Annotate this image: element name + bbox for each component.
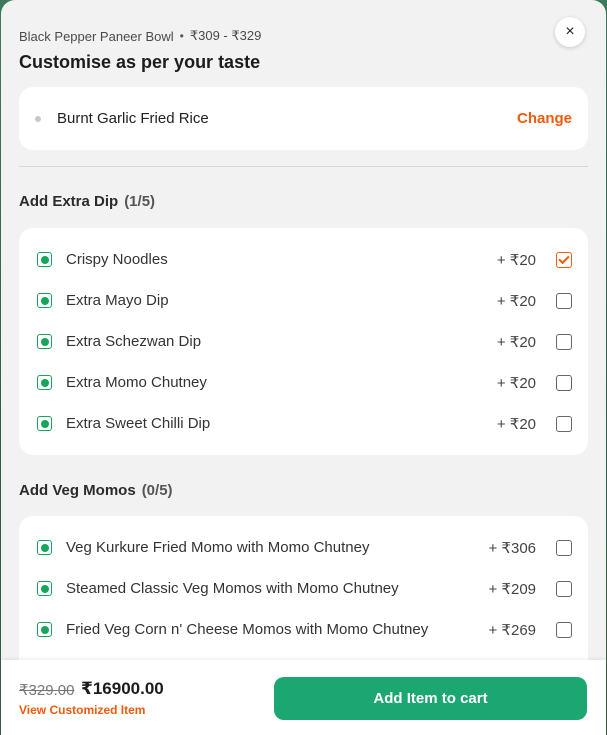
divider — [19, 166, 588, 167]
option-row[interactable]: Extra Momo Chutney + ₹20 — [19, 362, 588, 403]
section-title-text: Add Veg Momos — [19, 482, 136, 499]
bullet-icon — [35, 115, 41, 122]
total-price: ₹16900.00 — [81, 679, 164, 698]
section-count: (1/5) — [124, 193, 156, 210]
close-button[interactable]: × — [555, 17, 585, 47]
item-price-range: ₹309 - ₹329 — [189, 28, 262, 43]
veg-indicator-icon — [37, 252, 52, 267]
option-label: Extra Mayo Dip — [66, 292, 169, 309]
veg-indicator-icon — [37, 622, 52, 637]
veg-indicator-icon — [37, 293, 52, 308]
customise-modal: Black Pepper Paneer Bowl • ₹309 - ₹329 C… — [1, 0, 606, 735]
section-title-extra-dip: Add Extra Dip (1/5) — [19, 193, 155, 210]
option-price: + ₹20 — [496, 251, 536, 269]
modal-header: Black Pepper Paneer Bowl • ₹309 - ₹329 C… — [19, 28, 588, 73]
separator-dot: • — [179, 29, 184, 43]
item-name: Black Pepper Paneer Bowl — [19, 28, 174, 44]
modal-footer: ₹329.00 ₹16900.00 View Customized Item A… — [1, 660, 606, 735]
veg-indicator-icon — [37, 334, 52, 349]
veg-indicator-icon — [37, 540, 52, 555]
option-row[interactable]: Steamed Classic Veg Momos with Momo Chut… — [19, 568, 588, 609]
add-item-to-cart-button[interactable]: Add Item to cart — [274, 677, 587, 720]
close-icon: × — [565, 23, 575, 40]
section-title-text: Add Extra Dip — [19, 193, 119, 210]
section-count: (0/5) — [141, 482, 173, 499]
section-title-veg-momos: Add Veg Momos (0/5) — [19, 482, 173, 499]
option-price: + ₹269 — [488, 621, 537, 639]
original-price: ₹329.00 — [19, 682, 75, 699]
option-row[interactable]: Fried Veg Corn n' Cheese Momos with Momo… — [19, 609, 588, 650]
option-checkbox[interactable] — [556, 621, 572, 638]
option-price: + ₹20 — [496, 333, 536, 351]
option-checkbox[interactable] — [556, 374, 572, 391]
option-checkbox[interactable] — [556, 251, 572, 268]
veg-indicator-icon — [37, 416, 52, 431]
option-label: Steamed Classic Veg Momos with Momo Chut… — [66, 580, 399, 597]
option-checkbox[interactable] — [556, 539, 572, 556]
veg-indicator-icon — [37, 581, 52, 596]
option-price: + ₹20 — [496, 292, 536, 310]
option-checkbox[interactable] — [556, 292, 572, 309]
modal-title: Customise as per your taste — [19, 52, 261, 72]
option-row[interactable]: Extra Schezwan Dip + ₹20 — [19, 321, 588, 362]
option-row[interactable]: Veg Kurkure Fried Momo with Momo Chutney… — [19, 527, 588, 568]
option-price: + ₹20 — [496, 415, 536, 433]
veg-indicator-icon — [37, 375, 52, 390]
option-checkbox[interactable] — [556, 415, 572, 432]
option-checkbox[interactable] — [556, 333, 572, 350]
option-row[interactable]: Crispy Noodles + ₹20 — [19, 239, 588, 280]
option-label: Veg Kurkure Fried Momo with Momo Chutney — [66, 539, 370, 556]
option-label: Crispy Noodles — [66, 251, 168, 268]
option-checkbox[interactable] — [556, 580, 572, 597]
option-price: + ₹209 — [488, 580, 537, 598]
option-label: Extra Sweet Chilli Dip — [66, 415, 211, 432]
option-row[interactable]: Extra Sweet Chilli Dip + ₹20 — [19, 403, 588, 444]
change-button[interactable]: Change — [517, 110, 572, 127]
option-label: Extra Momo Chutney — [66, 374, 207, 391]
option-price: + ₹20 — [496, 374, 536, 392]
selected-base-label: Burnt Garlic Fried Rice — [57, 110, 209, 127]
view-customized-item-link[interactable]: View Customized Item — [19, 703, 145, 717]
option-row[interactable]: Extra Mayo Dip + ₹20 — [19, 280, 588, 321]
item-subtitle: Black Pepper Paneer Bowl • ₹309 - ₹329 — [19, 28, 588, 44]
selected-base-card: Burnt Garlic Fried Rice Change — [19, 87, 588, 150]
option-label: Fried Veg Corn n' Cheese Momos with Momo… — [66, 621, 429, 638]
option-price: + ₹306 — [488, 539, 537, 557]
extra-dip-card: Crispy Noodles + ₹20 Extra Mayo Dip + ₹20 Ex… — [19, 228, 588, 455]
option-label: Extra Schezwan Dip — [66, 333, 202, 350]
